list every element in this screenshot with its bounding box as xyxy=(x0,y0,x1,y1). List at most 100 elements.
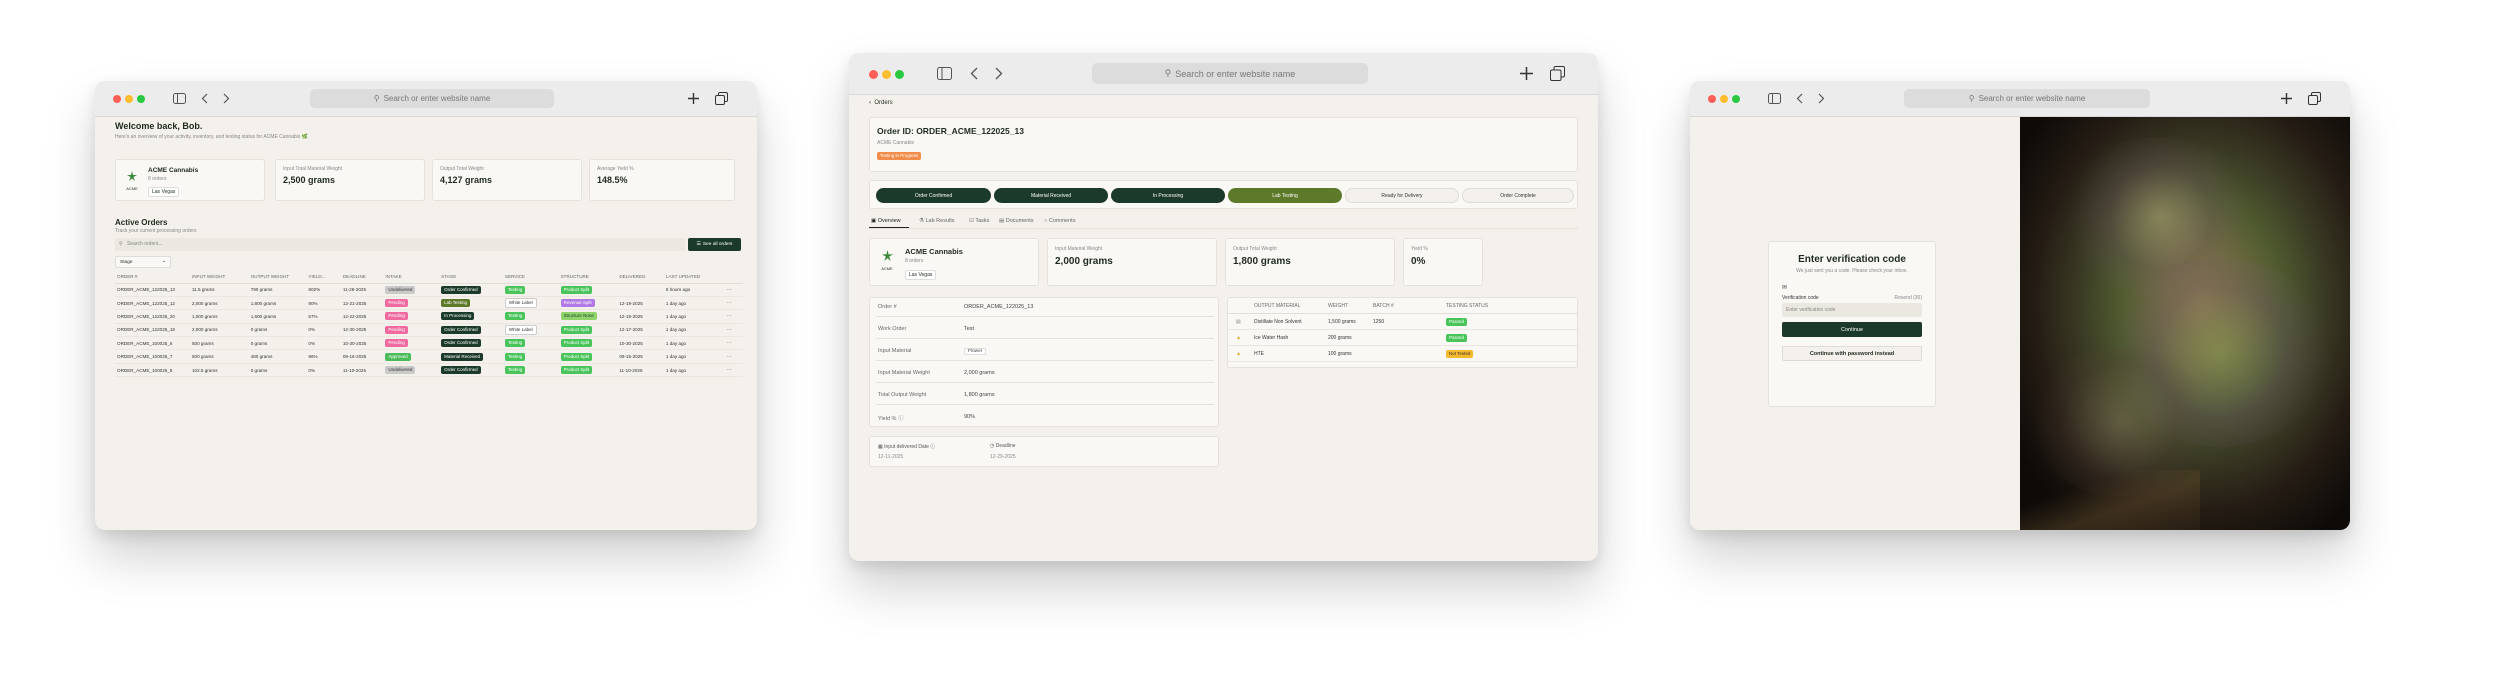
address-bar[interactable]: ⚲ Search or enter website name xyxy=(1092,63,1368,84)
browser-toolbar: ⚲ Search or enter website name xyxy=(1690,81,2350,117)
stage-cell-badge: Order Confirmed xyxy=(441,339,481,348)
col-delivered[interactable]: DELIVERED xyxy=(617,271,664,284)
back-icon[interactable] xyxy=(201,93,208,104)
zoom-window-button[interactable] xyxy=(1732,95,1740,103)
table-row[interactable]: ORDER_ACME_122025_20 1,000 grams 1,600 gra… xyxy=(115,309,743,324)
resend-code-link[interactable]: Resend (30) xyxy=(1894,295,1922,301)
back-icon[interactable] xyxy=(1796,93,1803,104)
stage-filter-select[interactable]: Stage ⌄ xyxy=(115,256,171,268)
sidebar-toggle-icon[interactable] xyxy=(937,67,952,80)
step-order-complete[interactable]: Order Complete xyxy=(1462,188,1574,203)
table-row[interactable]: ORDER_ACME_122025_18 2,000 grams 0 grams 0%… xyxy=(115,323,743,338)
active-orders-title: Active Orders xyxy=(115,218,168,227)
col-updated[interactable]: LAST UPDATED xyxy=(663,271,725,284)
table-row[interactable]: ORDER_ACME_122025_12 2,000 grams 1,800 gra… xyxy=(115,296,743,311)
chevron-left-icon: ‹ xyxy=(869,100,871,106)
step-material-received[interactable]: Material Received xyxy=(994,188,1108,203)
step-ready-for-delivery[interactable]: Ready for Delivery xyxy=(1345,188,1459,203)
output-weight-cell: 1,600 grams xyxy=(248,309,307,324)
new-tab-icon[interactable] xyxy=(2280,92,2293,105)
forward-icon[interactable] xyxy=(1818,93,1825,104)
tabs-overview-icon[interactable] xyxy=(1550,66,1565,81)
zoom-window-button[interactable] xyxy=(137,95,145,103)
close-window-button[interactable] xyxy=(869,70,878,79)
sidebar-toggle-icon[interactable] xyxy=(1768,93,1781,104)
address-placeholder: Search or enter website name xyxy=(1175,68,1296,79)
yield-cell: 0% xyxy=(306,323,341,338)
close-window-button[interactable] xyxy=(1708,95,1716,103)
more-options-icon[interactable]: ⋯ xyxy=(727,313,732,318)
minimize-window-button[interactable] xyxy=(882,70,891,79)
verification-code-input[interactable]: Enter verification code xyxy=(1782,303,1922,317)
more-options-icon[interactable]: ⋯ xyxy=(727,367,732,372)
continue-button[interactable]: Continue xyxy=(1782,322,1922,337)
cannabis-bud-photo xyxy=(2020,117,2350,530)
back-icon[interactable] xyxy=(970,67,978,80)
output-batch: 1250 xyxy=(1373,319,1385,325)
col-deadline[interactable]: DEADLINE xyxy=(340,271,384,284)
table-row[interactable]: ORDER_ACME_100025_7 500 grams 480 grams 96%… xyxy=(115,349,743,364)
forward-icon[interactable] xyxy=(995,67,1003,80)
tab-documents[interactable]: ▤ Documents xyxy=(999,218,1034,224)
tabs-overview-icon[interactable] xyxy=(715,92,728,105)
password-instead-button[interactable]: Continue with password instead xyxy=(1782,346,1922,361)
new-tab-icon[interactable] xyxy=(687,92,700,105)
table-row[interactable]: ORDER_ACME_100025_8 102.5 grams 0 grams 0% 1… xyxy=(115,363,743,378)
more-options-icon[interactable]: ⋯ xyxy=(727,327,732,332)
input-weight-cell: 11.5 grams xyxy=(189,283,249,297)
close-window-button[interactable] xyxy=(113,95,121,103)
stat-label: Input Total Material Weight xyxy=(283,166,343,172)
order-id: Order ID: ORDER_ACME_122025_13 xyxy=(877,126,1024,136)
address-bar[interactable]: ⚲ Search or enter website name xyxy=(1904,89,2150,108)
minimize-window-button[interactable] xyxy=(1720,95,1728,103)
zoom-window-button[interactable] xyxy=(895,70,904,79)
detail-label: Work Order xyxy=(878,326,907,332)
col-input[interactable]: INPUT WEIGHT xyxy=(189,271,249,284)
minimize-window-button[interactable] xyxy=(125,95,133,103)
step-in-processing[interactable]: In Processing xyxy=(1111,188,1225,203)
order-number-cell: ORDER_ACME_122025_12 xyxy=(115,296,190,311)
stage-cell-badge: In Processing xyxy=(441,312,475,321)
output-row[interactable]: ▤ Distillate Non Solvent 1,500 grams 1250 Pa… xyxy=(1228,314,1577,330)
address-bar[interactable]: ⚲ Search or enter website name xyxy=(310,89,554,108)
output-material: Ice Water Hash xyxy=(1254,335,1289,341)
table-row[interactable]: ORDER_ACME_122025_13 11.5 grams 790 grams 8… xyxy=(115,283,743,297)
deadline-cell: 12-30-2025 xyxy=(340,323,384,338)
tab-overview[interactable]: ▣ Overview xyxy=(871,218,901,224)
sidebar-toggle-icon[interactable] xyxy=(173,93,186,104)
order-number-cell: ORDER_ACME_122025_20 xyxy=(115,309,190,324)
input-weight-cell: 500 grams xyxy=(189,349,249,364)
orders-search-input[interactable]: ⚲ Search orders... xyxy=(115,238,685,251)
stage-cell: Order Confirmed xyxy=(439,336,503,351)
back-to-orders-link[interactable]: ‹ Orders xyxy=(869,100,893,106)
col-intake[interactable]: INTAKE xyxy=(383,271,440,284)
col-yield[interactable]: YIELD... xyxy=(306,271,341,284)
new-tab-icon[interactable] xyxy=(1519,66,1534,81)
output-row[interactable]: ▲ Ice Water Hash 200 grams Passed xyxy=(1228,330,1577,346)
forward-icon[interactable] xyxy=(223,93,230,104)
org-card: ACME ACME Cannabis 8 orders Las Vegas xyxy=(869,238,1039,286)
see-all-orders-button[interactable]: ☰ See all orders xyxy=(688,238,741,251)
stage-cell: Material Received xyxy=(439,349,503,364)
service-cell: Testing xyxy=(502,309,559,324)
date-value: 12-11-2025 xyxy=(878,454,904,460)
step-order-confirmed[interactable]: Order Confirmed xyxy=(876,188,991,203)
tab-comments[interactable]: ○ Comments xyxy=(1044,218,1075,224)
step-lab-testing[interactable]: Lab Testing xyxy=(1228,188,1342,203)
col-output[interactable]: OUTPUT WEIGHT xyxy=(248,271,307,284)
table-row[interactable]: ORDER_ACME_100025_6 500 grams 0 grams 0% 10-… xyxy=(115,336,743,351)
more-options-icon[interactable]: ⋯ xyxy=(727,340,732,345)
col-order[interactable]: ORDER # xyxy=(115,271,190,284)
output-weight-cell: 790 grams xyxy=(248,283,307,297)
tab-lab-results[interactable]: ⚗ Lab Results xyxy=(919,218,955,224)
col-service[interactable]: SERVICE xyxy=(502,271,559,284)
tab-tasks[interactable]: ☑ Tasks xyxy=(969,218,989,224)
date-value: 12-29-2025 xyxy=(990,454,1016,460)
more-options-icon[interactable]: ⋯ xyxy=(727,287,732,292)
col-stage[interactable]: STAGE xyxy=(439,271,503,284)
tabs-overview-icon[interactable] xyxy=(2308,92,2321,105)
col-structure[interactable]: STRUCTURE xyxy=(558,271,618,284)
output-row[interactable]: ▲ HTE 100 grams Not Tested xyxy=(1228,346,1577,362)
more-options-icon[interactable]: ⋯ xyxy=(727,354,732,359)
more-options-icon[interactable]: ⋯ xyxy=(727,300,732,305)
